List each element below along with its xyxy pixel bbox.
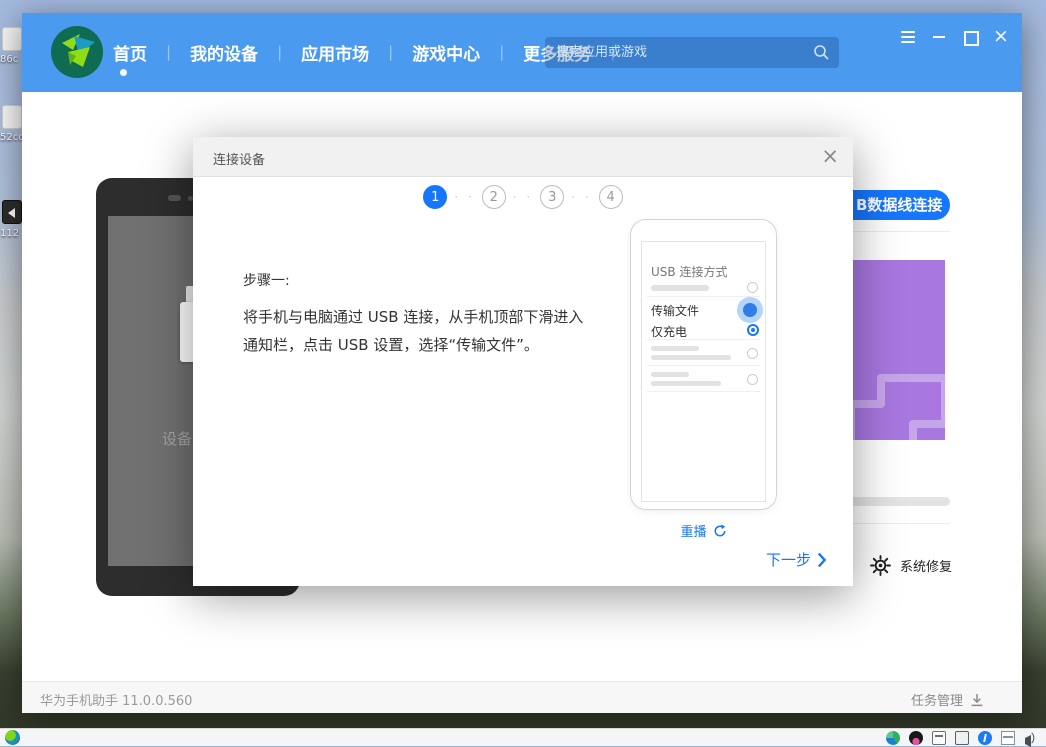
radio-unselected-icon — [747, 374, 758, 385]
radio-selected-icon — [747, 324, 759, 336]
step-indicator: 1 · · 2 · · 3 · · 4 — [193, 185, 853, 209]
divider — [647, 339, 760, 340]
step-circle-3: 3 — [540, 185, 564, 209]
nav-separator: | — [499, 43, 504, 61]
desktop-file-label: 86c — [0, 54, 18, 65]
connect-device-dialog: 连接设备 × 1 · · 2 · · 3 · · 4 步骤一: 将手机与电脑通过… — [193, 137, 853, 586]
monitor-icon[interactable] — [955, 731, 969, 745]
dialog-title: 连接设备 — [213, 149, 265, 168]
qq-icon[interactable] — [909, 731, 923, 745]
nav-separator: | — [388, 43, 393, 61]
task-manager-button[interactable]: 任务管理 — [911, 690, 984, 709]
desktop-file-label: 52co — [0, 132, 24, 143]
next-step-button[interactable]: 下一步 — [766, 549, 827, 570]
radio-unselected-icon — [747, 348, 758, 359]
minimize-button[interactable] — [931, 29, 947, 44]
bluetooth-icon[interactable] — [978, 731, 992, 745]
system-repair-button[interactable]: 系统修复 — [870, 555, 952, 576]
windows-taskbar[interactable] — [0, 728, 1046, 746]
dialog-close-icon[interactable]: × — [821, 145, 839, 167]
search-input[interactable] — [545, 37, 839, 68]
download-icon — [970, 693, 984, 707]
placeholder-bar — [651, 355, 731, 360]
system-tray — [886, 731, 1038, 745]
package-icon[interactable] — [1001, 731, 1015, 745]
task-manager-label: 任务管理 — [911, 690, 963, 709]
divider — [647, 296, 760, 297]
nav-separator: | — [166, 43, 171, 61]
window-controls: × — [900, 29, 1009, 44]
chevron-right-icon — [817, 552, 827, 568]
desktop-file-label: 112 — [0, 228, 19, 239]
step-separator: · · — [454, 190, 474, 204]
nav-tab-home[interactable]: 首页 — [107, 40, 153, 65]
replay-label: 重播 — [680, 521, 706, 540]
replay-button[interactable]: 重播 — [630, 521, 777, 540]
placeholder-bar — [651, 372, 689, 377]
search-box — [545, 37, 839, 68]
step-circle-1: 1 — [423, 185, 447, 209]
usb-options-panel: USB 连接方式 传输文件 仅充电 — [641, 241, 766, 502]
divider — [647, 391, 760, 392]
nav-separator: | — [277, 43, 282, 61]
step-heading: 步骤一: — [243, 270, 290, 290]
globe-icon[interactable] — [886, 731, 900, 745]
nav-tab-game-center[interactable]: 游戏中心 — [406, 40, 486, 65]
step-separator: · · — [513, 190, 533, 204]
step-circle-4: 4 — [599, 185, 623, 209]
close-button[interactable]: × — [993, 29, 1009, 44]
option-charge-only: 仅充电 — [651, 323, 687, 340]
system-repair-label: 系统修复 — [900, 556, 952, 575]
device-status-text: 设备 — [162, 428, 192, 449]
placeholder-bar — [651, 285, 709, 291]
menu-icon[interactable] — [900, 29, 916, 44]
active-tab-indicator-dot — [120, 69, 127, 76]
option-transfer-files: 传输文件 — [651, 302, 699, 319]
placeholder-bar — [651, 346, 699, 351]
hisuite-taskbar-icon[interactable] — [5, 730, 20, 745]
nav-tab-app-market[interactable]: 应用市场 — [295, 40, 375, 65]
speaker-icon[interactable] — [1024, 731, 1038, 745]
phone-speaker-decor — [168, 195, 181, 201]
desktop-file-icon[interactable] — [2, 27, 22, 51]
nav-tab-my-device[interactable]: 我的设备 — [184, 40, 264, 65]
hisuite-logo-icon — [50, 25, 104, 79]
gear-icon — [870, 555, 891, 576]
search-icon[interactable] — [813, 44, 830, 61]
divider — [647, 365, 760, 366]
step-separator: · · — [571, 190, 591, 204]
app-version-text: 华为手机助手 11.0.0.560 — [40, 690, 192, 709]
step-circle-2: 2 — [482, 185, 506, 209]
desktop-file-icon[interactable] — [2, 105, 22, 129]
usb-menu-title: USB 连接方式 — [651, 263, 727, 280]
phone-usb-menu-illustration: USB 连接方式 传输文件 仅充电 — [630, 219, 777, 510]
refresh-icon — [713, 524, 727, 538]
radio-unselected-icon — [747, 282, 758, 293]
app-header: 首页 | 我的设备 | 应用市场 | 游戏中心 | 更多服务 | × — [22, 13, 1022, 92]
step-instruction: 将手机与电脑通过 USB 连接，从手机顶部下滑进入通知栏，点击 USB 设置，选… — [243, 303, 595, 359]
dialog-title-bar: 连接设备 × — [193, 137, 853, 177]
desktop-media-file-icon[interactable] — [2, 200, 22, 224]
printer-icon[interactable] — [932, 731, 946, 745]
status-bar: 华为手机助手 11.0.0.560 任务管理 — [22, 681, 1022, 713]
placeholder-bar — [651, 381, 721, 386]
maximize-button[interactable] — [962, 29, 978, 44]
next-step-label: 下一步 — [766, 549, 811, 570]
tap-highlight-radio-icon — [737, 297, 763, 323]
